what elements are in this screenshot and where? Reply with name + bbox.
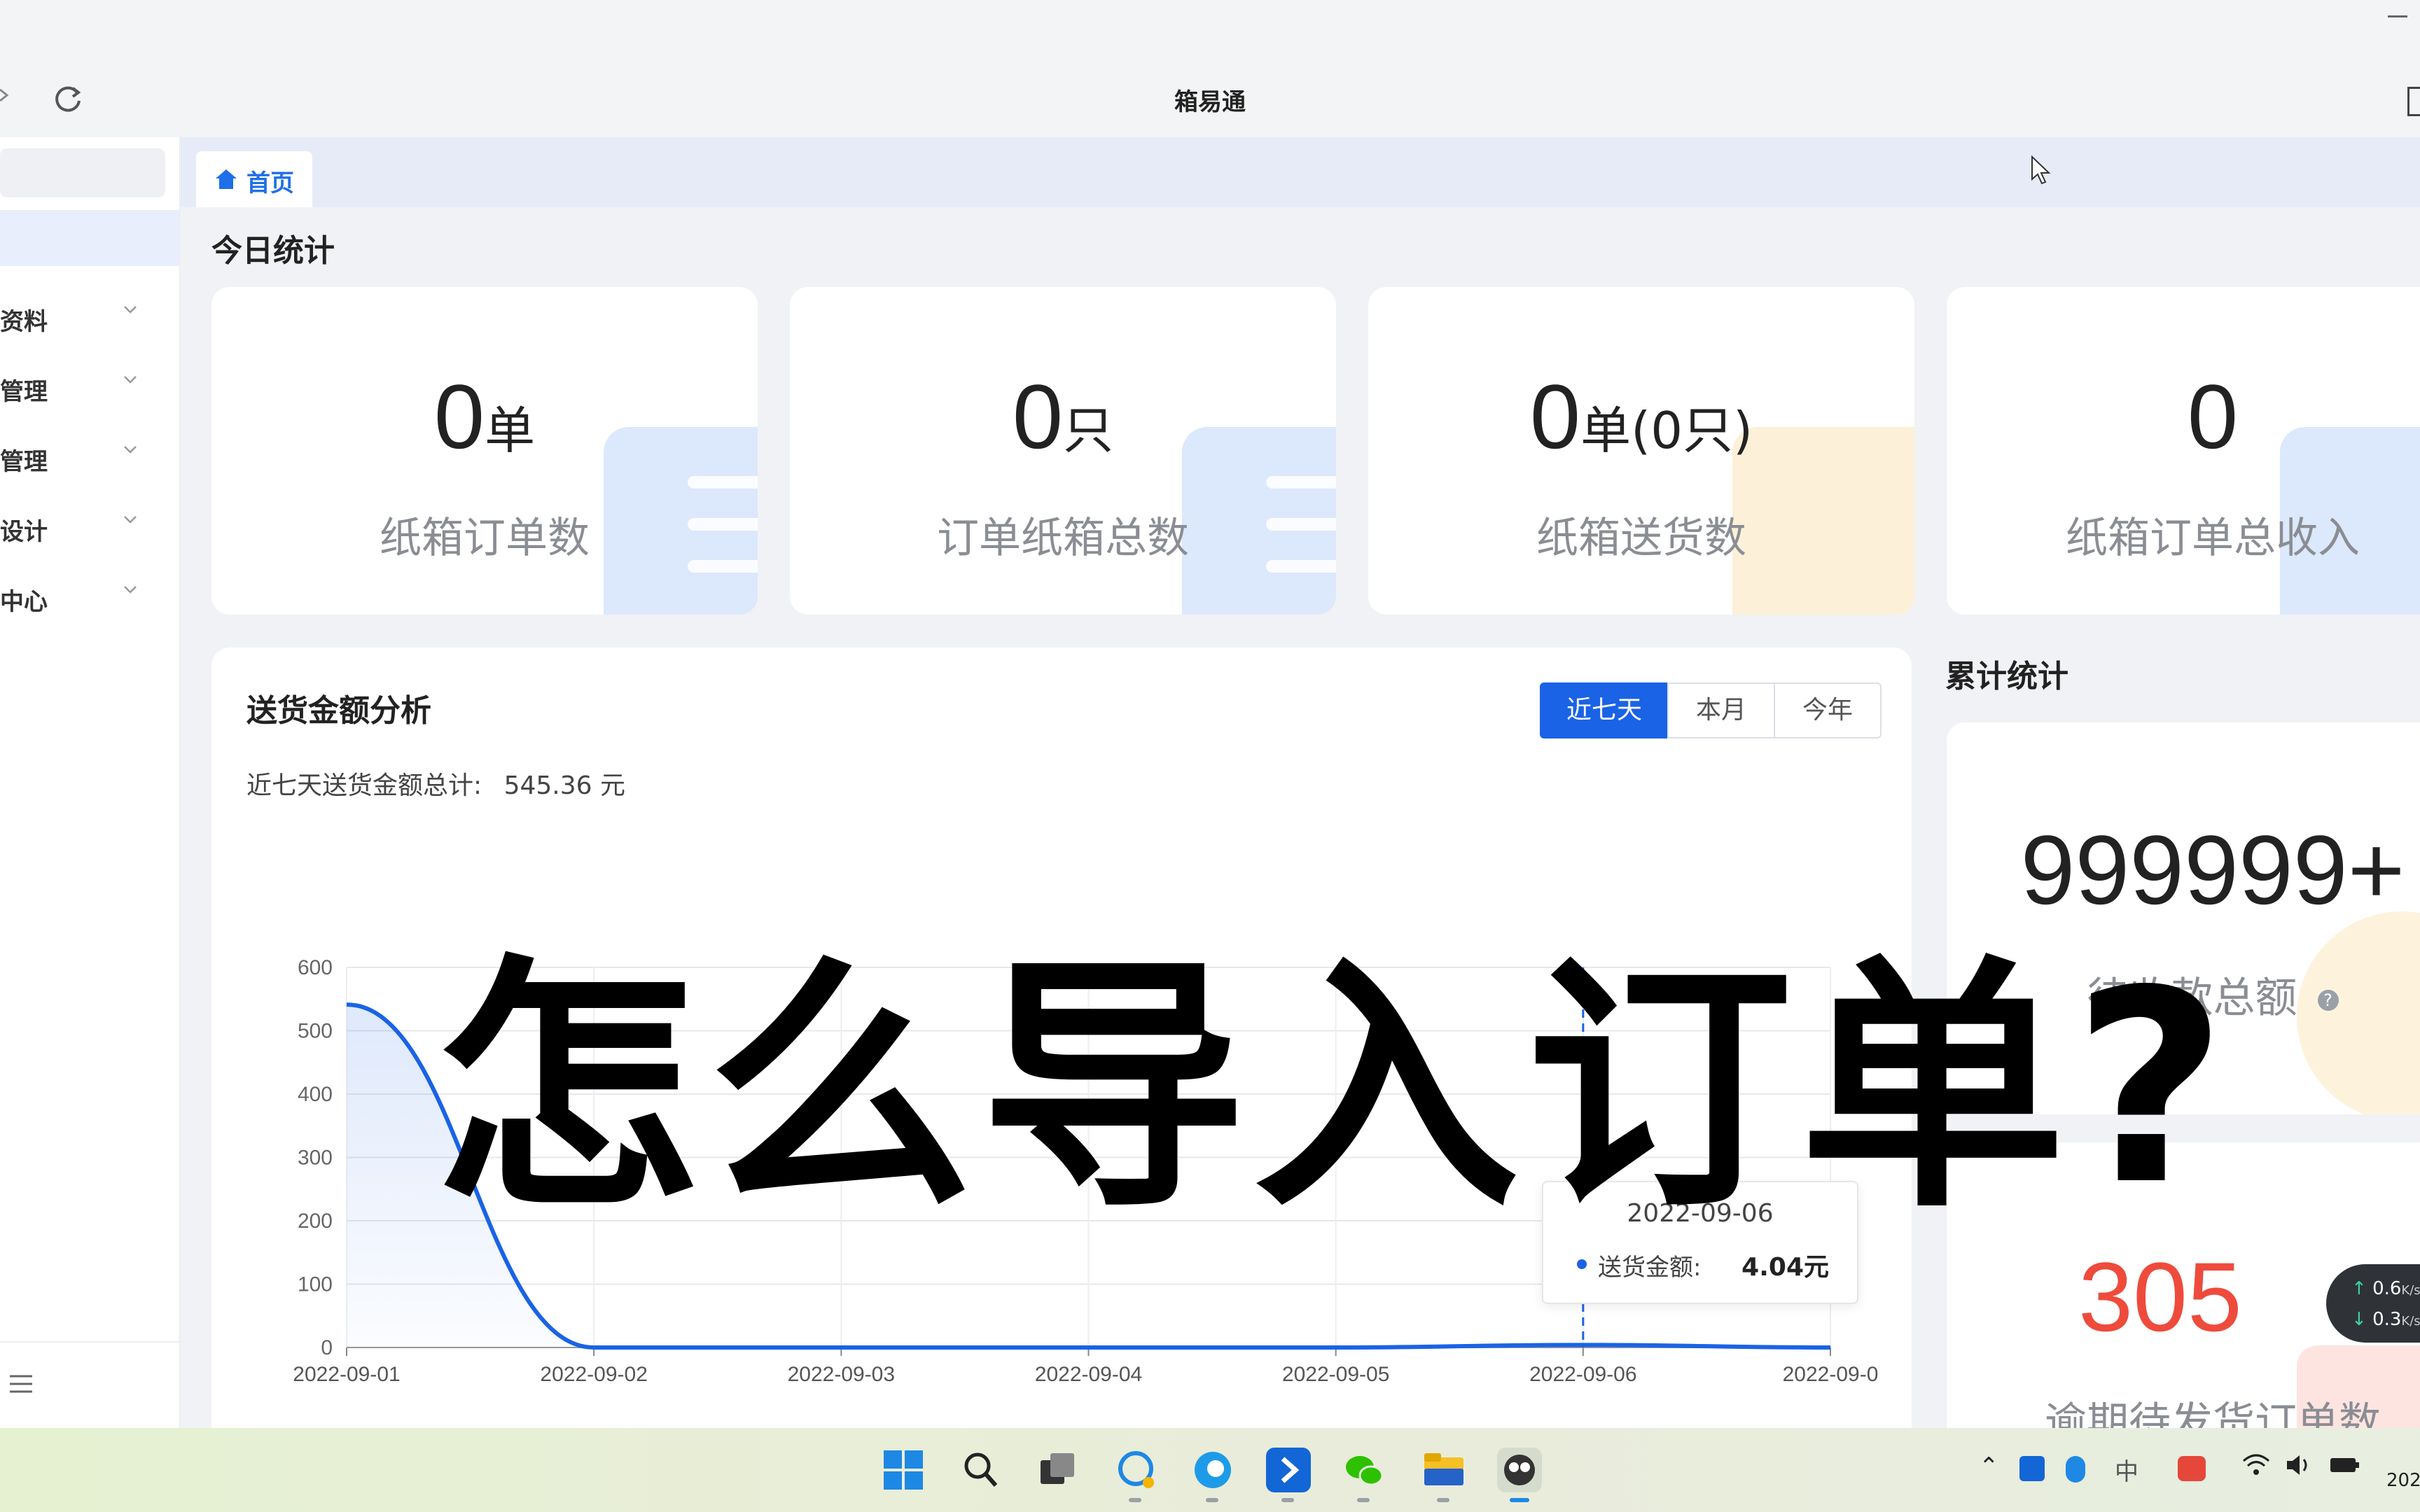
sidebar-item-3[interactable]: 设计 [0,496,179,559]
stat-card-delivery: 0单(0只) 纸箱送货数 [1368,287,1914,615]
clock[interactable]: 202 [2386,1470,2420,1491]
cumulative-value: 999999+ [2020,815,2405,925]
y-tick-label: 600 [298,956,333,979]
chevron-down-icon [124,516,137,524]
task-view-icon[interactable] [1035,1448,1080,1492]
windows-start-icon[interactable] [881,1448,926,1492]
today-section-title: 今日统计 [211,233,335,269]
upload-speed: ↑ 0.6K/s [2351,1278,2420,1299]
x-tick-label: 2022-09-01 [293,1363,400,1386]
sidebar-item-label: 中心 [0,588,48,616]
cumulative-section-title: 累计统计 [1945,659,2068,694]
help-icon[interactable]: ? [2317,990,2339,1011]
stat-label: 订单纸箱总数 [937,514,1189,563]
battery-icon[interactable] [2329,1452,2361,1484]
sidebar-item-4[interactable]: 中心 [0,566,179,629]
edge-browser-icon[interactable] [1190,1448,1235,1492]
sidebar-item-2[interactable]: 管理 [0,426,179,489]
tooltip-series-label: 送货金额: [1598,1254,1702,1282]
wifi-icon[interactable] [2241,1452,2272,1484]
y-tick-label: 200 [298,1210,333,1233]
minimize-icon[interactable] [2388,15,2407,18]
app-arrow-icon[interactable] [1266,1448,1311,1492]
x-tick-label: 2022-09-04 [1035,1363,1142,1386]
tab-bar [181,137,2420,207]
stat-card-orders: 0单 纸箱订单数 [211,287,758,615]
tray-app-s-icon[interactable] [2178,1456,2206,1481]
y-tick-label: 400 [298,1083,333,1106]
sidebar-item-1[interactable]: 管理 [0,356,179,419]
sidebar-search[interactable] [0,148,165,197]
tooltip-value: 4.04元 [1741,1253,1829,1282]
stat-unit: 只 [1063,401,1114,460]
sidebar-divider [0,1341,179,1343]
x-tick-label: 2022-09-02 [540,1363,647,1386]
window-title: 箱易通 [1174,88,1246,116]
x-tick-label: 2022-09-05 [1282,1363,1389,1386]
stat-label: 纸箱送货数 [1536,514,1746,563]
stat-value: 0 [1529,365,1581,468]
stat-unit: 单(0只) [1580,401,1753,460]
stat-label: 纸箱订单总收入 [2066,514,2360,563]
y-tick-label: 100 [298,1273,333,1296]
chevron-down-icon [124,446,137,454]
download-speed: ↓ 0.3K/s [2351,1309,2420,1330]
stat-card-income: 0 纸箱订单总收入 [1947,287,2420,615]
running-indicator [1206,1498,1218,1502]
chevron-down-icon [124,376,137,384]
chevron-down-icon [124,586,137,594]
ime-indicator[interactable]: 中 [2115,1452,2139,1487]
volume-icon[interactable] [2284,1452,2315,1484]
chat-app-icon[interactable] [1113,1448,1158,1492]
stat-value: 0 [1012,365,1064,468]
stat-value: 0 [2187,365,2239,468]
tray-app-icon[interactable] [2019,1456,2045,1481]
restore-window-icon[interactable] [2407,87,2420,116]
stat-label: 纸箱订单数 [380,514,590,563]
sidebar-item-active[interactable] [0,210,179,266]
network-speed-widget[interactable]: ↑ 0.6K/s ↓ 0.3K/s [2326,1264,2420,1343]
sidebar-item-label: 管理 [0,448,48,476]
sidebar-item-label: 设计 [0,518,48,546]
stat-card-boxes: 0只 订单纸箱总数 [790,287,1336,615]
y-tick-label: 300 [298,1147,333,1170]
sidebar-item-label: 资料 [0,308,48,336]
x-tick-label: 2022-09-03 [788,1363,895,1386]
mouse-cursor-icon [2031,155,2052,189]
tooltip-series-dot [1577,1259,1587,1269]
running-indicator [1510,1498,1529,1502]
sidebar-item-label: 管理 [0,378,48,406]
tab-home[interactable]: 首页 [196,151,312,207]
running-indicator [1437,1498,1449,1502]
y-tick-label: 500 [298,1020,333,1043]
running-indicator [1357,1498,1370,1502]
bluetooth-icon[interactable] [2066,1456,2085,1483]
stat-unit: 单 [485,401,536,460]
video-caption-overlay: 怎么导入订单? [434,933,2234,1243]
running-indicator [1129,1498,1141,1502]
collapse-menu-icon[interactable] [7,1373,35,1394]
cumulative-value: 305 [2078,1242,2242,1352]
x-tick-label: 2022-09-06 [1529,1363,1636,1386]
active-app-icon[interactable] [1497,1448,1542,1492]
y-tick-label: 0 [321,1336,333,1359]
chevron-down-icon [124,306,137,314]
home-icon [216,169,237,189]
title-bar [0,0,2420,138]
search-icon[interactable] [958,1448,1003,1492]
tab-home-label: 首页 [246,169,294,197]
stat-value: 0 [433,365,485,468]
wechat-icon[interactable] [1342,1448,1386,1492]
file-explorer-icon[interactable] [1421,1448,1466,1492]
sidebar-item-0[interactable]: 资料 [0,286,179,349]
x-tick-label: 2022-09-0 [1783,1363,1879,1386]
running-indicator [1281,1498,1294,1502]
tray-chevron-up-icon[interactable]: ⌃ [1979,1452,1999,1480]
